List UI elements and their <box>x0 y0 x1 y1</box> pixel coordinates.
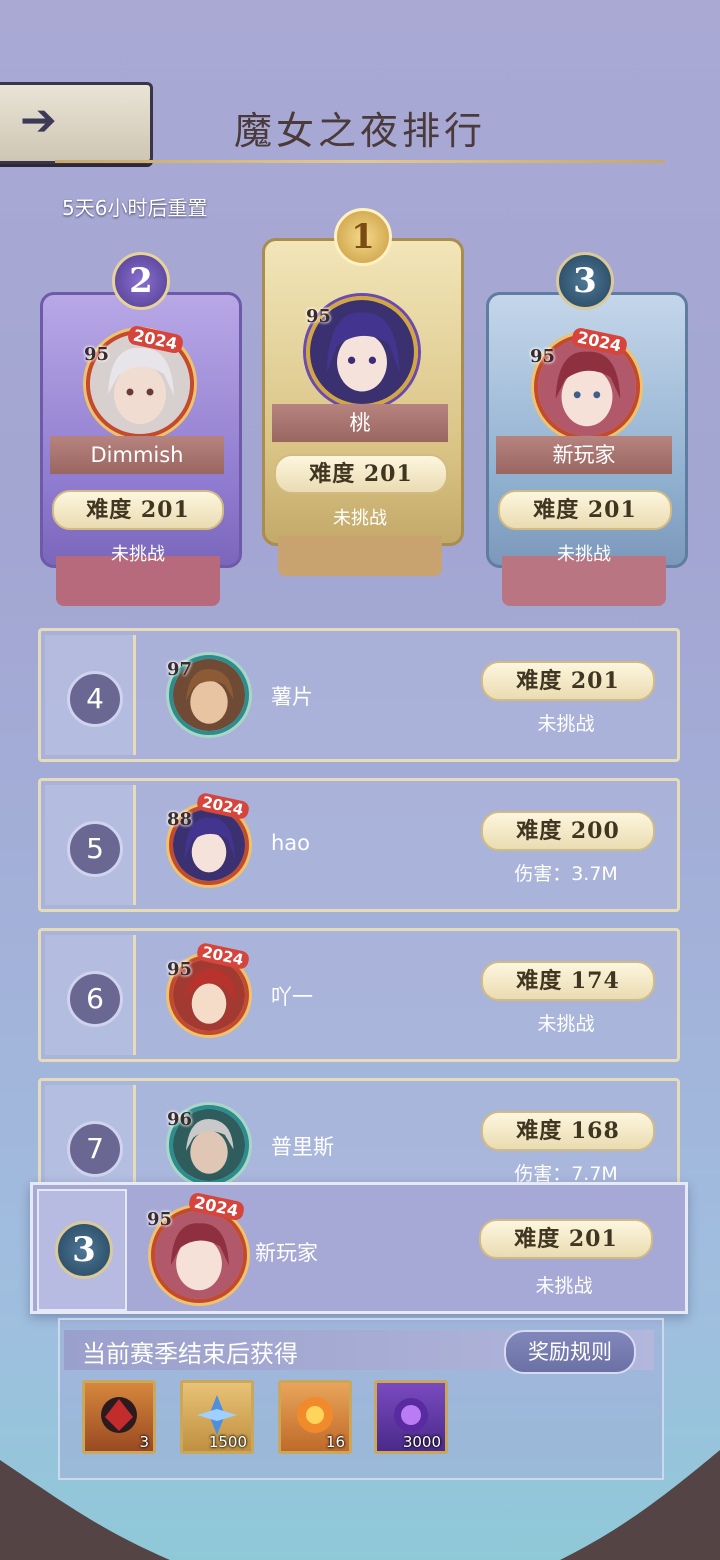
reward-item[interactable]: 3000 <box>374 1380 448 1454</box>
player-level: 95 <box>530 346 556 367</box>
difficulty-badge: 难度 200 <box>481 811 655 851</box>
rank-cell: 3 <box>37 1189 127 1311</box>
rank-medal-3: 3 <box>55 1221 113 1279</box>
blue-crystal-icon <box>197 1395 237 1435</box>
page-title: 魔女之夜排行 <box>233 109 486 153</box>
challenge-status: 未挑战 <box>537 713 595 735</box>
difficulty-badge: 难度 174 <box>481 961 655 1001</box>
player-name: 吖一 <box>271 985 313 1009</box>
player-name: 新玩家 <box>496 436 672 474</box>
player-level: 96 <box>167 1109 193 1130</box>
challenge-status: 未挑战 <box>333 508 387 529</box>
ranking-row[interactable]: 4 97 薯片 难度 201 未挑战 <box>38 628 680 762</box>
player-name: hao <box>271 831 311 855</box>
reward-count: 1500 <box>208 1433 247 1451</box>
difficulty-badge: 难度 201 <box>52 490 224 530</box>
challenge-status: 未挑战 <box>537 1013 595 1035</box>
reward-count: 3 <box>139 1433 149 1451</box>
reset-timer: 5天6小时后重置 <box>62 196 208 220</box>
reward-item[interactable]: 3 <box>82 1380 156 1454</box>
player-name: Dimmish <box>50 436 224 474</box>
player-name: 新玩家 <box>255 1241 318 1265</box>
rank-number: 6 <box>67 971 123 1027</box>
my-rank-row[interactable]: 3 95 2024 新玩家 难度 201 未挑战 <box>30 1182 688 1314</box>
reward-count: 3000 <box>402 1433 441 1451</box>
rank-cell: 6 <box>45 935 136 1055</box>
player-level: 88 <box>167 809 193 830</box>
player-name: 普里斯 <box>271 1135 334 1159</box>
difficulty-badge: 难度 201 <box>481 661 655 701</box>
rank-medal-2: 2 <box>112 252 170 310</box>
difficulty-badge: 难度 168 <box>481 1111 655 1151</box>
sun-flower-icon <box>297 1397 333 1433</box>
title-divider <box>55 160 665 163</box>
rank-medal-3: 3 <box>556 252 614 310</box>
player-level: 95 <box>306 306 332 327</box>
reward-item[interactable]: 1500 <box>180 1380 254 1454</box>
rank-cell: 5 <box>45 785 136 905</box>
player-level: 95 <box>84 344 110 365</box>
challenge-status: 未挑战 <box>557 544 611 565</box>
difficulty-badge: 难度 201 <box>498 490 672 530</box>
ranking-row[interactable]: 5 88 2024 hao 难度 200 伤害：3.7M <box>38 778 680 912</box>
player-name: 薯片 <box>271 685 313 709</box>
damage-value: 伤害：3.7M <box>514 863 618 885</box>
dark-dragon-icon <box>101 1397 137 1433</box>
rank-medal-1: 1 <box>334 208 392 266</box>
rank-number: 7 <box>67 1121 123 1177</box>
podium-base <box>278 536 442 576</box>
rewards-label: 当前赛季结束后获得 <box>82 1340 298 1368</box>
rank-number: 5 <box>67 821 123 877</box>
difficulty-badge: 难度 201 <box>479 1219 653 1259</box>
rank-cell: 4 <box>45 635 136 755</box>
reward-count: 16 <box>325 1433 345 1451</box>
difficulty-badge: 难度 201 <box>274 454 448 494</box>
reward-item[interactable]: 16 <box>278 1380 352 1454</box>
player-level: 95 <box>167 959 193 980</box>
challenge-status: 未挑战 <box>111 544 165 565</box>
rank-number: 4 <box>67 671 123 727</box>
ranking-row[interactable]: 6 95 2024 吖一 难度 174 未挑战 <box>38 928 680 1062</box>
player-level: 95 <box>147 1209 173 1230</box>
challenge-status: 未挑战 <box>535 1275 593 1297</box>
purple-orb-icon <box>394 1398 428 1432</box>
player-name: 桃 <box>272 404 448 442</box>
player-level: 97 <box>167 659 193 680</box>
reward-rules-button[interactable]: 奖励规则 <box>504 1330 636 1374</box>
